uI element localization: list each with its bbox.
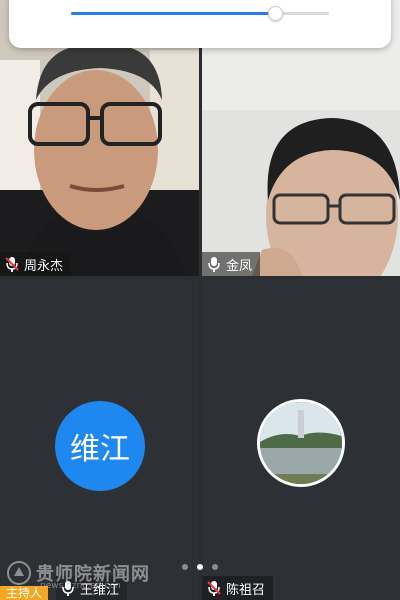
- volume-slider-thumb[interactable]: [267, 6, 283, 21]
- school-logo-icon: [7, 561, 31, 585]
- volume-slider[interactable]: [71, 6, 329, 21]
- page-dot[interactable]: [197, 564, 203, 570]
- participant-name: 周永杰: [24, 258, 64, 274]
- participant-name-tag: 金凤: [202, 252, 261, 276]
- volume-slider-fill: [71, 12, 275, 15]
- volume-panel: [9, 0, 391, 48]
- avatar: [257, 399, 345, 487]
- muted-mic-icon: [5, 257, 19, 272]
- watermark: 贵师院新闻网 news.gznc.edu.cn: [6, 560, 150, 591]
- participant-tile-3[interactable]: 维江 王维江 主持人: [0, 279, 199, 600]
- participant-tile-4[interactable]: 陈祖召: [202, 279, 400, 600]
- participant-name: 金凤: [226, 258, 253, 274]
- landscape-photo: [260, 402, 342, 484]
- video-call-screen: 周永杰 金凤 维江 王维江 主持人 陈祖召 贵师院新闻网 news.gznc.e…: [0, 0, 400, 600]
- participant-name: 陈祖召: [226, 582, 266, 598]
- muted-mic-icon: [207, 581, 221, 596]
- watermark-url: news.gznc.edu.cn: [40, 581, 121, 591]
- mic-icon: [208, 257, 220, 272]
- participant-name-tag: 周永杰: [0, 252, 72, 276]
- page-dot[interactable]: [182, 564, 188, 570]
- participant-name-tag: 陈祖召: [202, 576, 274, 600]
- avatar: 维江: [55, 401, 145, 491]
- page-dot[interactable]: [212, 564, 218, 570]
